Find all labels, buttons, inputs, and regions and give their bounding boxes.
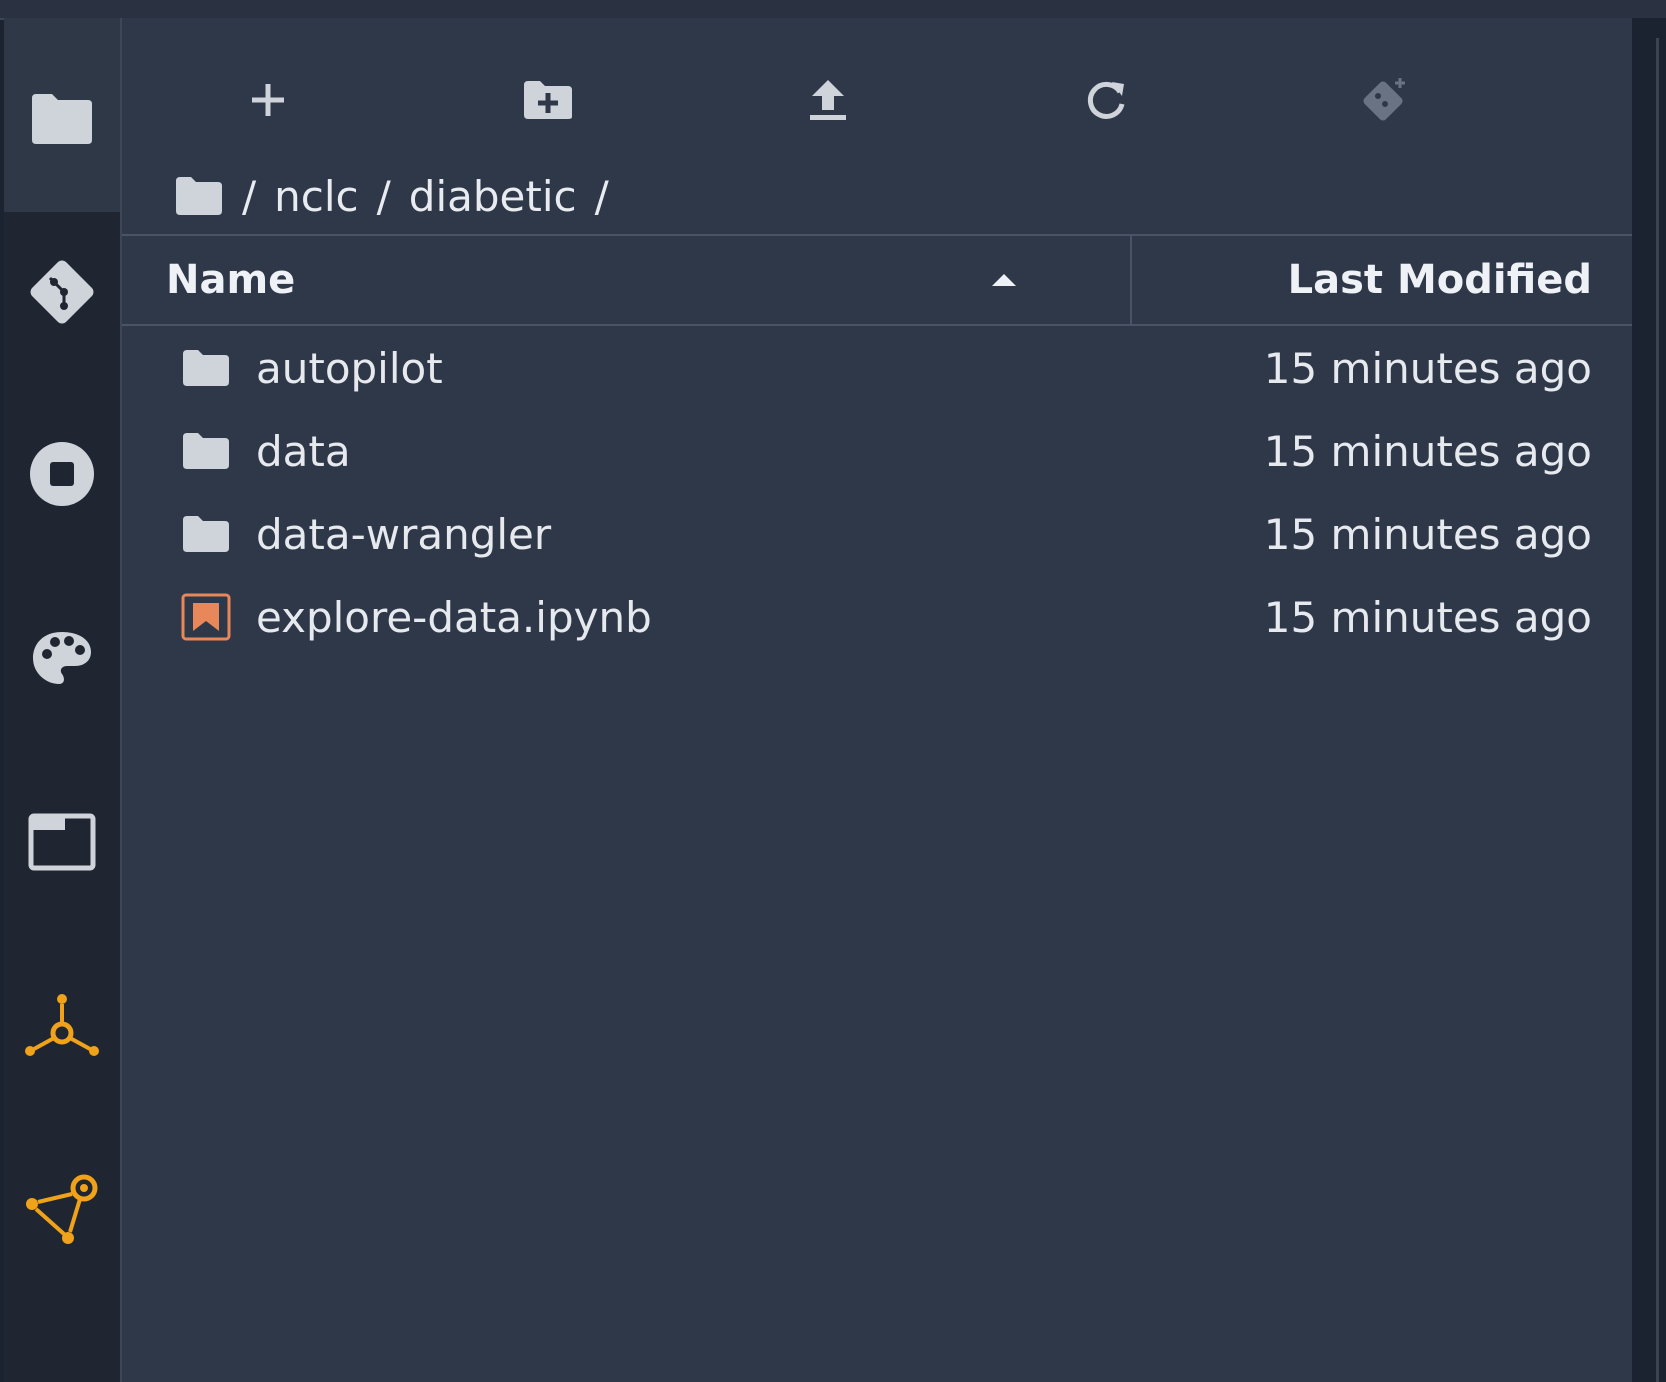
window-tabs-icon [28, 813, 96, 871]
git-clone-icon [1363, 78, 1405, 121]
file-name: data-wrangler [256, 509, 552, 559]
notebook-icon [180, 593, 232, 641]
refresh-button[interactable] [1066, 60, 1146, 140]
top-bar [0, 0, 1666, 20]
stop-circle-icon [30, 442, 94, 506]
sidebar-item-file-browser[interactable] [22, 78, 102, 158]
sidebar-item-pipelines[interactable] [22, 1170, 102, 1250]
file-browser-panel: / nclc / diabetic / Name Last Modified a… [120, 18, 1634, 1382]
list-item[interactable]: data-wrangler 15 minutes ago [122, 492, 1634, 576]
upload-icon [810, 80, 846, 120]
file-modified: 15 minutes ago [1263, 509, 1592, 559]
plus-icon [252, 84, 284, 116]
file-name: data [256, 426, 351, 476]
new-launcher-button[interactable] [228, 60, 308, 140]
sidebar-item-git[interactable] [22, 252, 102, 332]
refresh-icon [1087, 81, 1125, 119]
folder-icon [180, 510, 232, 558]
new-folder-icon [524, 81, 572, 119]
left-sidebar [4, 18, 120, 1382]
pipeline-graph-icon [26, 1174, 98, 1244]
git-icon [30, 260, 94, 324]
file-name: explore-data.ipynb [256, 592, 652, 642]
right-panel-edge [1632, 18, 1666, 1382]
breadcrumb-separator[interactable]: / [242, 172, 256, 221]
column-divider[interactable] [1130, 236, 1132, 324]
list-item[interactable]: autopilot 15 minutes ago [122, 326, 1634, 410]
folder-icon [180, 344, 232, 392]
panel-divider[interactable] [1656, 38, 1659, 1382]
file-modified: 15 minutes ago [1263, 592, 1592, 642]
file-name: autopilot [256, 343, 443, 393]
column-header-last-modified[interactable]: Last Modified [1288, 236, 1592, 324]
folder-icon [32, 94, 92, 144]
folder-icon [180, 427, 232, 475]
file-modified: 15 minutes ago [1263, 426, 1592, 476]
sidebar-item-property-inspector[interactable] [22, 618, 102, 698]
git-clone-button[interactable] [1344, 60, 1424, 140]
breadcrumb-item-nclc[interactable]: nclc [274, 172, 358, 221]
file-list-header: Name Last Modified [122, 234, 1634, 326]
list-item[interactable]: explore-data.ipynb 15 minutes ago [122, 575, 1634, 659]
upload-button[interactable] [788, 60, 868, 140]
breadcrumb: / nclc / diabetic / [174, 158, 609, 234]
sort-ascending-icon[interactable] [984, 266, 1024, 294]
breadcrumb-separator: / [376, 171, 391, 221]
palette-icon [33, 632, 91, 684]
sidebar-item-tabs[interactable] [22, 802, 102, 882]
new-folder-button[interactable] [508, 60, 588, 140]
file-modified: 15 minutes ago [1263, 343, 1592, 393]
sidebar-item-running[interactable] [22, 434, 102, 514]
folder-icon[interactable] [174, 175, 224, 217]
column-header-name[interactable]: Name [166, 236, 295, 324]
breadcrumb-item-diabetic[interactable]: diabetic [409, 172, 577, 221]
sidebar-item-network[interactable] [22, 988, 102, 1068]
network-nodes-icon [25, 994, 99, 1056]
list-item[interactable]: data 15 minutes ago [122, 409, 1634, 493]
breadcrumb-separator: / [594, 171, 609, 221]
file-browser-toolbar [122, 18, 1634, 148]
